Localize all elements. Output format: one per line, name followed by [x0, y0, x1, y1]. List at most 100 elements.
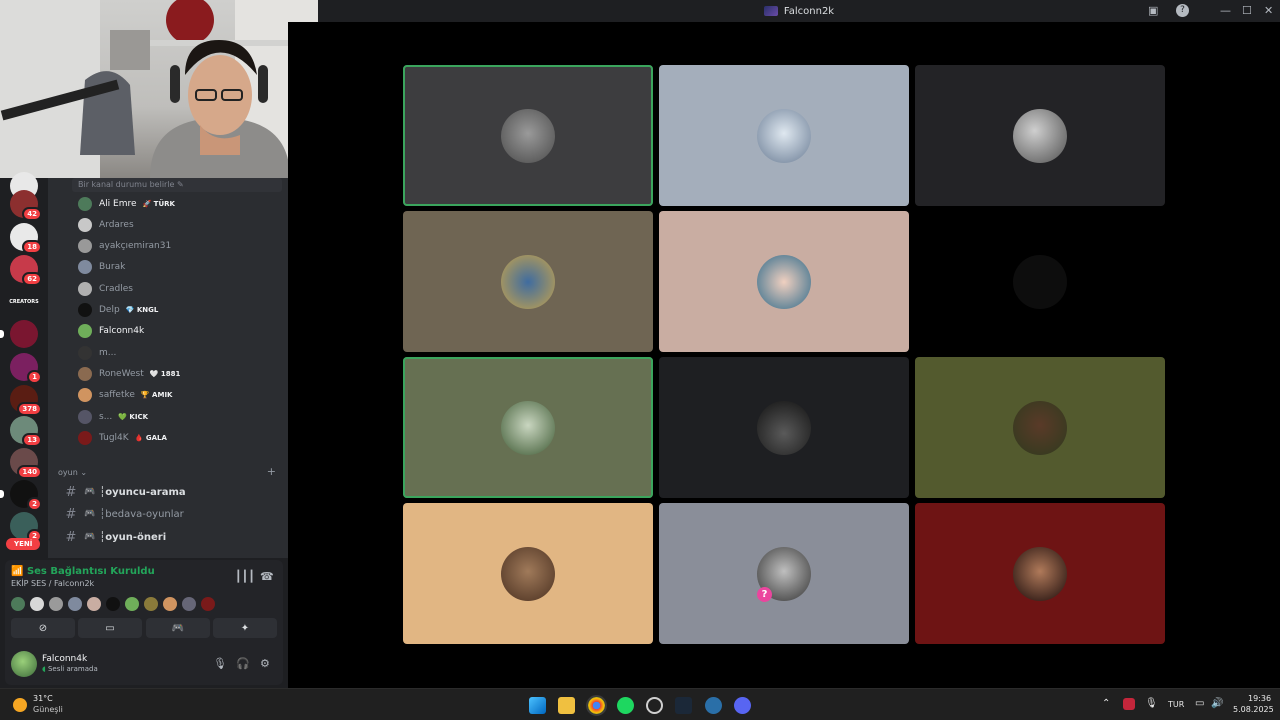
- member-item[interactable]: Tugl4K 🩸 GALA: [78, 429, 167, 447]
- category-header[interactable]: oyun ⌄: [58, 468, 87, 477]
- noise-suppression-icon[interactable]: ┃┃┃: [235, 570, 255, 583]
- avatar: [78, 260, 92, 274]
- participant-tile[interactable]: [403, 65, 653, 206]
- tray-app-icon[interactable]: [1123, 698, 1135, 710]
- weather-text[interactable]: Güneşli: [33, 705, 63, 714]
- participant-tile[interactable]: [403, 211, 653, 352]
- creators-label: CREATORS: [9, 288, 39, 316]
- server-icon[interactable]: 18: [10, 223, 42, 254]
- avatar: [78, 410, 92, 424]
- member-item[interactable]: Ardares: [78, 216, 134, 234]
- settings-gear-icon[interactable]: ⚙: [260, 657, 270, 670]
- participant-tile[interactable]: [403, 503, 653, 644]
- server-icon[interactable]: 2: [10, 512, 42, 543]
- voice-participant-avatar[interactable]: [49, 597, 63, 611]
- voice-participant-avatar[interactable]: [182, 597, 196, 611]
- headphones-icon[interactable]: 🎧: [236, 657, 250, 670]
- chrome-icon[interactable]: [586, 695, 607, 716]
- microphone-tray-icon[interactable]: 🎙: [1145, 698, 1158, 709]
- member-item[interactable]: Burak: [78, 258, 125, 276]
- chevron-up-icon[interactable]: ⌃: [1102, 698, 1110, 709]
- participant-tile[interactable]: ?: [659, 503, 909, 644]
- voice-channel-name[interactable]: EKİP SES / Falconn2k: [11, 579, 94, 588]
- server-icon[interactable]: [0, 320, 38, 348]
- app-circle-icon[interactable]: [646, 697, 663, 714]
- voice-participant-avatar[interactable]: [163, 597, 177, 611]
- voice-participant-avatar[interactable]: [106, 597, 120, 611]
- participant-tile[interactable]: [915, 503, 1165, 644]
- video-stage: ?: [288, 22, 1280, 688]
- new-badge[interactable]: YENİ: [6, 538, 41, 550]
- windows-taskbar: 31°C Güneşli ⌃ 🎙 TUR ▭ 🔊 19:36 5.08.2025: [0, 688, 1280, 720]
- clock-date[interactable]: 5.08.2025: [1233, 705, 1274, 714]
- file-explorer-icon[interactable]: [558, 697, 575, 714]
- clock-time[interactable]: 19:36: [1248, 694, 1271, 703]
- voice-participant-avatar[interactable]: [201, 597, 215, 611]
- member-item[interactable]: m...: [78, 344, 116, 362]
- participant-tile[interactable]: [659, 357, 909, 498]
- steam-icon[interactable]: [675, 697, 692, 714]
- soundboard-button[interactable]: ✦: [213, 618, 277, 638]
- network-icon[interactable]: ▭: [1195, 698, 1204, 709]
- participant-tile[interactable]: [915, 211, 1165, 352]
- inbox-icon[interactable]: ▣: [1148, 4, 1158, 17]
- voice-participant-avatar[interactable]: [11, 597, 25, 611]
- mention-badge: 42: [22, 207, 42, 221]
- volume-icon[interactable]: 🔊: [1211, 698, 1223, 709]
- avatar: [78, 282, 92, 296]
- user-avatar[interactable]: [11, 651, 37, 677]
- user-name[interactable]: Falconn4k: [42, 654, 87, 664]
- channel-status-prompt[interactable]: Bir kanal durumu belirle ✎: [78, 180, 184, 189]
- participant-tile[interactable]: [659, 211, 909, 352]
- member-item[interactable]: ayakçıemiran31: [78, 237, 171, 255]
- minimize-button[interactable]: —: [1220, 4, 1231, 17]
- member-item[interactable]: Delp 💎 KNGL: [78, 301, 158, 319]
- server-icon[interactable]: 62: [10, 255, 42, 286]
- server-icon[interactable]: 42: [10, 190, 42, 221]
- activities-button[interactable]: 🎮: [146, 618, 210, 638]
- spotify-icon[interactable]: [617, 697, 634, 714]
- server-icon[interactable]: 378: [10, 385, 42, 416]
- voice-participant-avatar[interactable]: [68, 597, 82, 611]
- server-icon[interactable]: 140: [10, 448, 42, 479]
- voice-participant-avatar[interactable]: [125, 597, 139, 611]
- server-icon-creators[interactable]: CREATORS: [9, 288, 39, 316]
- weather-sun-icon[interactable]: [13, 698, 27, 712]
- member-item[interactable]: Ali Emre 🚀 TÜRK: [78, 195, 175, 213]
- server-icon[interactable]: 13: [10, 416, 42, 447]
- server-icon[interactable]: 1: [10, 353, 42, 384]
- member-item[interactable]: RoneWest 🤍 1881: [78, 365, 180, 383]
- avatar: [78, 367, 92, 381]
- settings-app-icon[interactable]: [705, 697, 722, 714]
- camera-off-button[interactable]: ⊘: [11, 618, 75, 638]
- mention-badge: 378: [17, 402, 42, 416]
- member-item[interactable]: Cradles: [78, 280, 133, 298]
- participant-tile[interactable]: [659, 65, 909, 206]
- member-item[interactable]: Falconn4k: [78, 322, 144, 340]
- channel-oyun-oneri[interactable]: # 🎮 ┆oyun-öneri: [60, 528, 167, 546]
- close-button[interactable]: ✕: [1264, 4, 1273, 17]
- channel-oyuncu-arama[interactable]: # 🎮 ┆oyuncu-arama: [60, 483, 186, 501]
- member-tag: 🚀 TÜRK: [142, 200, 175, 208]
- member-item[interactable]: s... 💚 KICK: [78, 408, 148, 426]
- help-icon[interactable]: ?: [1176, 4, 1189, 17]
- temperature[interactable]: 31°C: [33, 694, 53, 703]
- screen-share-button[interactable]: ▭: [78, 618, 142, 638]
- server-icon[interactable]: 2: [0, 480, 42, 511]
- member-item[interactable]: saffetke 🏆 AMIK: [78, 386, 172, 404]
- participant-tile[interactable]: [915, 357, 1165, 498]
- add-channel-icon[interactable]: +: [267, 465, 276, 478]
- disconnect-icon[interactable]: ☎: [260, 570, 274, 583]
- channel-bedava-oyunlar[interactable]: # 🎮 ┆bedava-oyunlar: [60, 505, 184, 523]
- language-indicator[interactable]: TUR: [1168, 700, 1184, 709]
- voice-participant-avatar[interactable]: [30, 597, 44, 611]
- voice-participant-avatar[interactable]: [144, 597, 158, 611]
- voice-participant-avatar[interactable]: [87, 597, 101, 611]
- start-windows-icon[interactable]: [529, 697, 546, 714]
- voice-status[interactable]: 📶 Ses Bağlantısı Kuruldu: [11, 566, 155, 577]
- participant-tile[interactable]: [403, 357, 653, 498]
- microphone-icon[interactable]: 🎙: [213, 657, 227, 670]
- participant-tile[interactable]: [915, 65, 1165, 206]
- discord-icon[interactable]: [734, 697, 751, 714]
- maximize-button[interactable]: ☐: [1242, 4, 1252, 17]
